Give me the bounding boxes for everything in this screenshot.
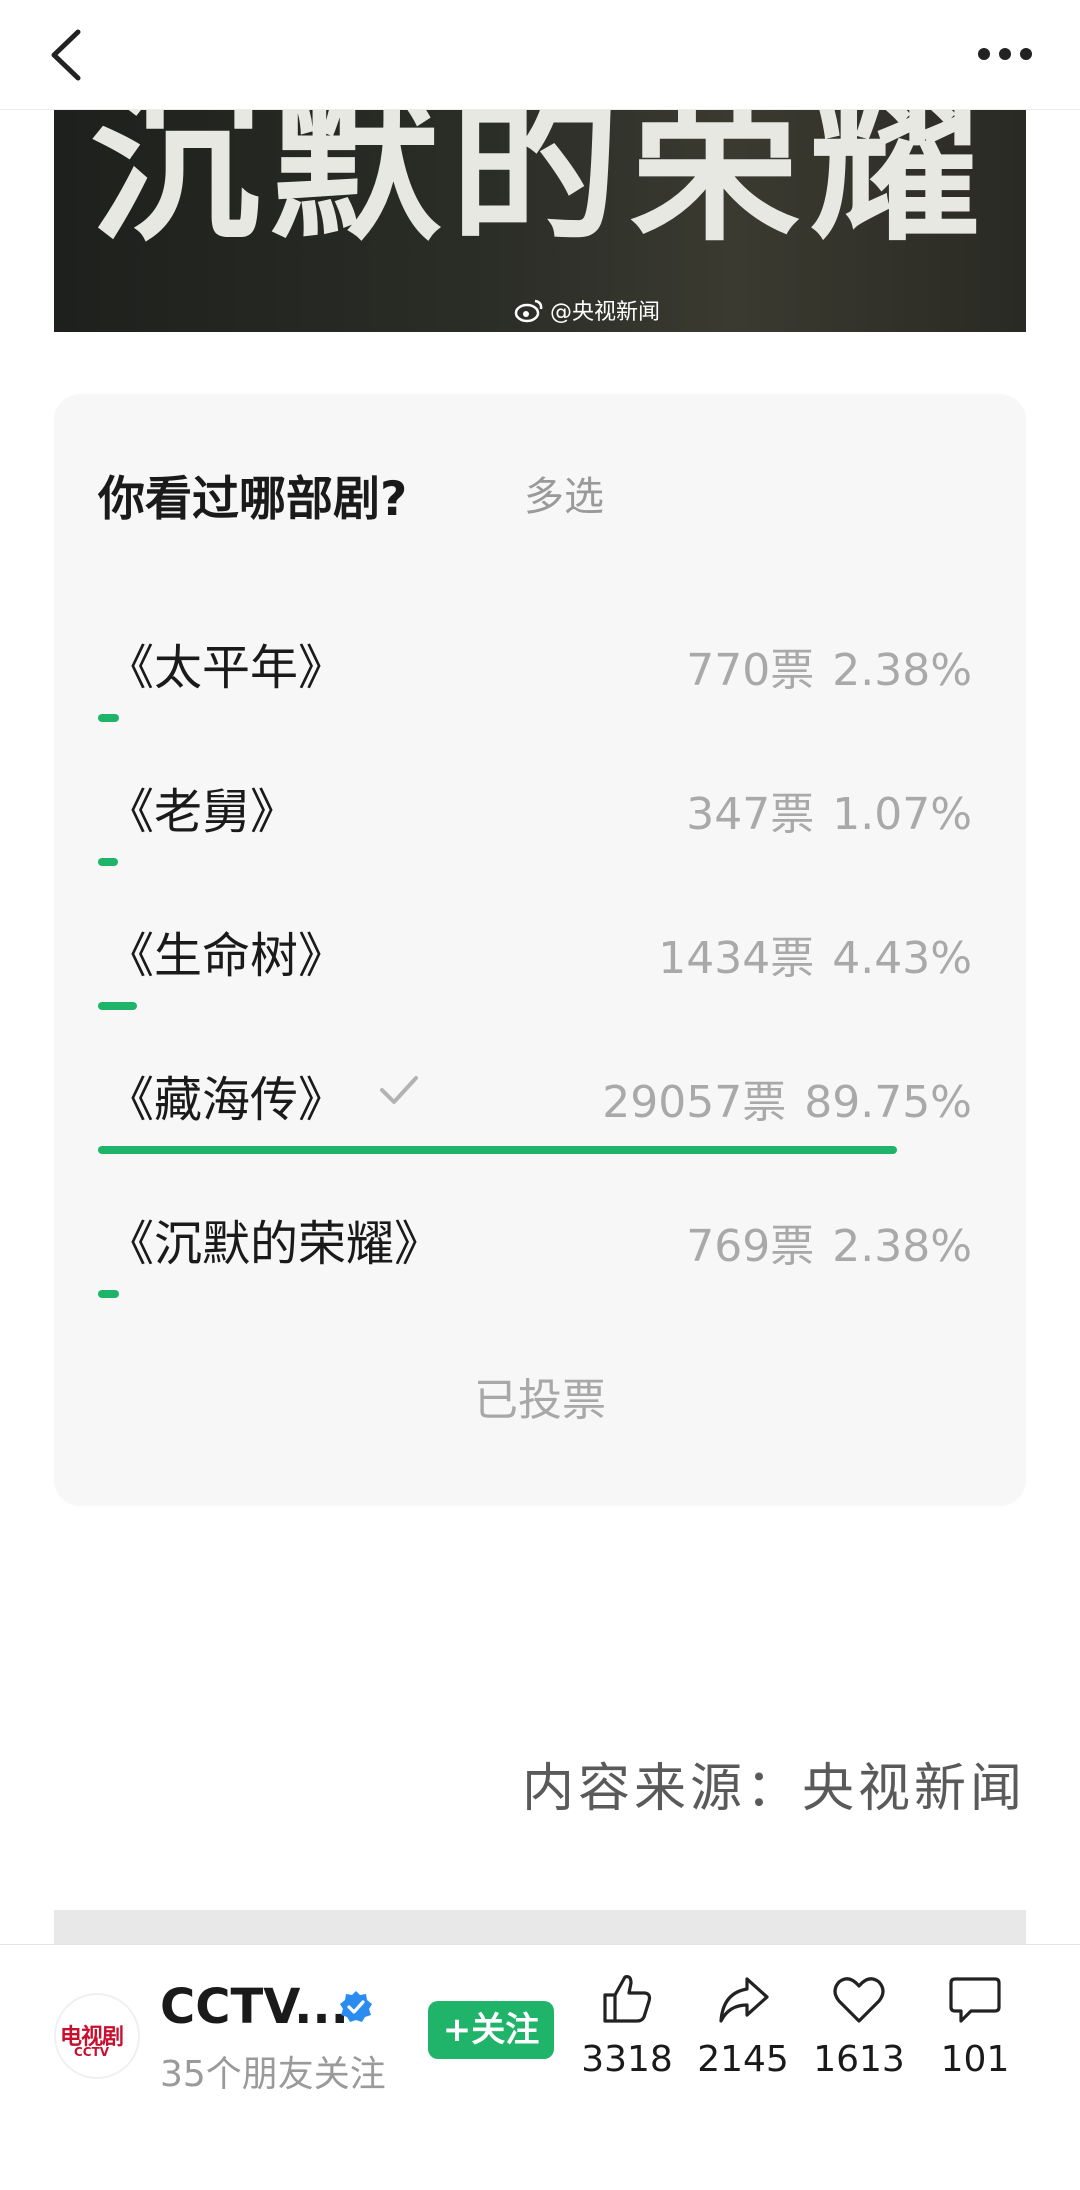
poll-option-stats: 347票 1.07% (686, 778, 972, 842)
account-name[interactable]: CCTV... (160, 1979, 349, 2035)
poll-option-percent: 1.07% (832, 789, 972, 840)
watermark-text: @央视新闻 (550, 300, 661, 325)
friends-following-count: 35个朋友关注 (160, 2054, 386, 2095)
poll-option-votes: 347票 (686, 789, 815, 840)
account-avatar[interactable]: 电视剧 CCTV (54, 1993, 140, 2079)
poll-option-stats: 769票 2.38% (686, 1210, 972, 1274)
poll-option[interactable]: 《生命树》 1434票 4.43% (54, 904, 1026, 1044)
share-button[interactable]: 2145 (688, 1969, 798, 2129)
poll-option[interactable]: 《沉默的荣耀》 769票 2.38% (54, 1192, 1026, 1332)
favorite-button[interactable]: 1613 (804, 1969, 914, 2129)
poll-card: 你看过哪部剧? 多选 《太平年》 770票 2.38% 《老舅》 347票 1.07… (54, 394, 1026, 1506)
back-button[interactable] (40, 22, 100, 88)
share-arrow-icon (719, 1977, 769, 2023)
poll-option-percent: 2.38% (832, 645, 972, 696)
favorite-count: 1613 (813, 2039, 905, 2080)
verified-badge-icon (340, 1991, 372, 2022)
comment-bubble-icon (949, 1977, 1001, 2023)
next-content-preview (54, 1910, 1026, 1944)
banner-watermark: @央视新闻 (514, 294, 660, 326)
poll-option-percent: 4.43% (832, 933, 972, 984)
poll-option-label: 《沉默的荣耀》 (106, 1216, 443, 1272)
poll-option[interactable]: 《太平年》 770票 2.38% (54, 616, 1026, 756)
poll-option-stats: 29057票 89.75% (602, 1066, 972, 1130)
poll-option-bar (98, 1290, 119, 1298)
poll-option-votes: 1434票 (658, 933, 815, 984)
poll-option-percent: 89.75% (804, 1077, 972, 1128)
comment-button[interactable]: 101 (920, 1969, 1030, 2129)
share-count: 2145 (697, 2039, 789, 2080)
thumbs-up-icon (603, 1975, 652, 2023)
checkmark-icon (380, 1076, 418, 1104)
poll-option-label: 《生命树》 (106, 928, 347, 984)
avatar-logo-sub: CCTV (74, 2045, 110, 2059)
voted-status-button[interactable]: 已投票 (54, 1364, 1026, 1428)
chevron-left-icon (51, 29, 81, 81)
more-options-button[interactable] (970, 24, 1040, 84)
bottom-action-bar: 电视剧 CCTV CCTV... 35个朋友关注 +关注 3318 2145 1… (0, 1944, 1080, 2190)
poll-option-percent: 2.38% (832, 1221, 972, 1272)
poll-option-bar (98, 714, 119, 722)
poster-banner[interactable]: 沉默的荣耀 @央视新闻 (54, 110, 1026, 332)
top-nav-bar (0, 0, 1080, 110)
like-button[interactable]: 3318 (572, 1969, 682, 2129)
poll-option-stats: 1434票 4.43% (658, 922, 972, 986)
poll-option-votes: 769票 (686, 1221, 815, 1272)
poll-option-votes: 29057票 (602, 1077, 787, 1128)
poll-option-label: 《老舅》 (106, 784, 299, 840)
poll-option-bar (98, 858, 118, 866)
poll-mode-label: 多选 (524, 474, 604, 520)
comment-count: 101 (940, 2039, 1010, 2080)
poll-option-stats: 770票 2.38% (686, 634, 972, 698)
poll-option-label: 《藏海传》 (106, 1072, 347, 1128)
content-source: 内容来源：央视新闻 (521, 1759, 1026, 1819)
heart-icon (833, 1977, 885, 2023)
poll-question: 你看过哪部剧? (98, 472, 408, 527)
poll-option-votes: 770票 (686, 645, 815, 696)
poll-option-bar (98, 1002, 137, 1010)
poll-option-label: 《太平年》 (106, 640, 347, 696)
poll-option[interactable]: 《老舅》 347票 1.07% (54, 760, 1026, 900)
banner-title: 沉默的荣耀 (89, 110, 990, 265)
poll-option-bar (98, 1146, 897, 1154)
more-dots-icon (978, 48, 1032, 60)
follow-button[interactable]: +关注 (428, 2001, 554, 2059)
like-count: 3318 (581, 2039, 673, 2080)
poll-option-selected[interactable]: 《藏海传》 29057票 89.75% (54, 1048, 1026, 1188)
weibo-logo-icon (514, 299, 543, 323)
